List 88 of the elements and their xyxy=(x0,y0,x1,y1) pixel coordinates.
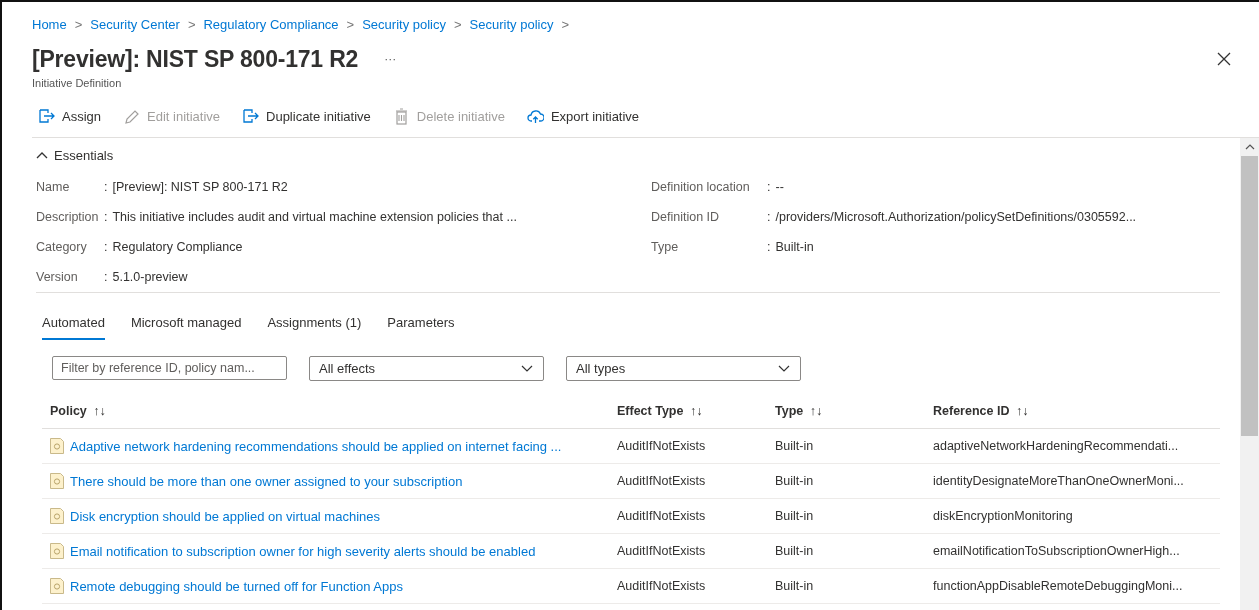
policy-link[interactable]: There should be more than one owner assigned to your subscription xyxy=(70,473,463,489)
chevron-up-icon xyxy=(36,151,48,159)
table-cell-text: functionAppDisableRemoteDebuggingMoni... xyxy=(932,579,1184,593)
more-button[interactable]: ··· xyxy=(380,52,401,66)
sort-icon[interactable]: ↑↓ xyxy=(93,403,106,418)
table-cell-text: Built-in xyxy=(774,544,815,558)
breadcrumb-separator: > xyxy=(454,16,462,32)
colon: : xyxy=(104,180,109,194)
policy-icon xyxy=(50,543,64,559)
table-cell-text: adaptiveNetworkHardeningRecommendati... xyxy=(932,439,1180,453)
policy-icon xyxy=(50,508,64,524)
colon: : xyxy=(767,180,772,194)
policy-icon xyxy=(50,578,64,594)
table-cell-text: Built-in xyxy=(774,509,815,523)
field-value: /providers/Microsoft.Authorization/policySetDefinitions/0305592... xyxy=(775,210,1138,224)
toolbar-button[interactable]: Assign xyxy=(32,107,118,125)
field-label: Type xyxy=(651,240,680,254)
table-cell-text: AuditIfNotExists xyxy=(616,579,707,593)
field-label: Category xyxy=(36,240,88,254)
colon: : xyxy=(767,240,772,254)
tab[interactable]: Automated xyxy=(42,313,105,340)
cloud-upload-icon xyxy=(526,107,544,125)
sort-icon[interactable]: ↑↓ xyxy=(809,403,823,418)
breadcrumb-separator: > xyxy=(74,16,83,32)
chevron-down-icon xyxy=(778,365,790,372)
policy-link[interactable]: Adaptive network hardening recommendations should be applied on internet facing ... xyxy=(70,438,562,454)
breadcrumb-link[interactable]: Security Center xyxy=(90,16,180,32)
colon: : xyxy=(767,210,772,224)
field-value: [Preview]: NIST SP 800-171 R2 xyxy=(112,180,289,194)
policy-link[interactable]: Remote debugging should be turned off for Function Apps xyxy=(70,578,403,594)
close-icon[interactable] xyxy=(1217,52,1231,66)
chevron-down-icon xyxy=(521,365,533,372)
scrollbar-thumb[interactable] xyxy=(1241,156,1258,436)
tab[interactable]: Assignments (1) xyxy=(267,313,362,340)
page-subtitle: Initiative Definition xyxy=(32,77,123,91)
dropdown[interactable]: All effects xyxy=(309,356,544,381)
table-cell-text: AuditIfNotExists xyxy=(616,509,707,523)
sort-icon[interactable]: ↑↓ xyxy=(689,403,703,418)
search-field[interactable]: Filter by reference ID, policy nam... xyxy=(52,356,287,380)
toolbar-button[interactable]: Duplicate initiative xyxy=(236,107,387,125)
field-label: Definition ID xyxy=(651,210,721,224)
scroll-up-icon[interactable] xyxy=(1244,144,1255,150)
assign-icon xyxy=(242,107,259,125)
table-cell-text: AuditIfNotExists xyxy=(616,439,707,453)
field-label: Version xyxy=(36,270,79,284)
sort-icon[interactable]: ↑↓ xyxy=(1015,403,1029,418)
page-title: [Preview]: NIST SP 800-171 R2 xyxy=(32,45,359,73)
table-cell-text: emailNotificationToSubscriptionOwnerHigh... xyxy=(932,544,1181,558)
table-cell-text: AuditIfNotExists xyxy=(616,544,707,558)
table-cell-text: identityDesignateMoreThanOneOwnerMoni... xyxy=(932,474,1185,488)
field-label: Name xyxy=(36,180,71,194)
policy-link[interactable]: Email notification to subscription owner for high severity alerts should be enabled xyxy=(70,543,536,559)
breadcrumb-separator: > xyxy=(346,16,355,32)
field-label: Description xyxy=(36,210,100,224)
tab[interactable]: Microsoft managed xyxy=(130,313,242,340)
scrollbar[interactable] xyxy=(1240,138,1259,610)
field-value: Built-in xyxy=(775,240,815,254)
colon: : xyxy=(104,270,109,284)
policy-icon xyxy=(50,473,64,489)
field-label: Definition location xyxy=(651,180,751,194)
column-header[interactable]: Type ↑↓ xyxy=(767,403,925,418)
colon: : xyxy=(104,240,109,254)
colon: : xyxy=(104,210,109,224)
field-value: Regulatory Compliance xyxy=(112,240,244,254)
breadcrumb-link[interactable]: Regulatory Compliance xyxy=(203,16,339,32)
policy-link[interactable]: Disk encryption should be applied on virtual machines xyxy=(70,508,380,524)
table-cell-text: diskEncryptionMonitoring xyxy=(932,509,1074,523)
breadcrumb-link[interactable]: Security policy xyxy=(469,16,554,32)
assign-icon xyxy=(38,107,55,125)
tab[interactable]: Parameters xyxy=(387,313,455,340)
table-cell-text: Built-in xyxy=(774,579,815,593)
table-cell-text: Built-in xyxy=(774,474,815,488)
column-header[interactable]: Effect Type ↑↓ xyxy=(609,403,767,418)
breadcrumb-link[interactable]: Home xyxy=(32,16,67,32)
field-value: -- xyxy=(775,180,785,194)
toolbar-button[interactable]: Export initiative xyxy=(520,107,656,125)
essentials-toggle[interactable]: Essentials xyxy=(36,138,114,172)
table-cell-text: AuditIfNotExists xyxy=(616,474,707,488)
policy-icon xyxy=(50,438,64,454)
breadcrumb-separator: > xyxy=(187,16,196,32)
column-header[interactable]: Policy ↑↓ xyxy=(42,403,609,418)
field-value: 5.1.0-preview xyxy=(112,270,189,284)
dropdown[interactable]: All types xyxy=(566,356,801,381)
column-header[interactable]: Reference ID ↑↓ xyxy=(925,403,1220,418)
breadcrumb-link[interactable]: Security policy xyxy=(362,16,446,32)
field-value: This initiative includes audit and virtual machine extension policies that ... xyxy=(112,210,518,224)
breadcrumb-separator: > xyxy=(561,16,569,32)
table-cell-text: Built-in xyxy=(774,439,815,453)
